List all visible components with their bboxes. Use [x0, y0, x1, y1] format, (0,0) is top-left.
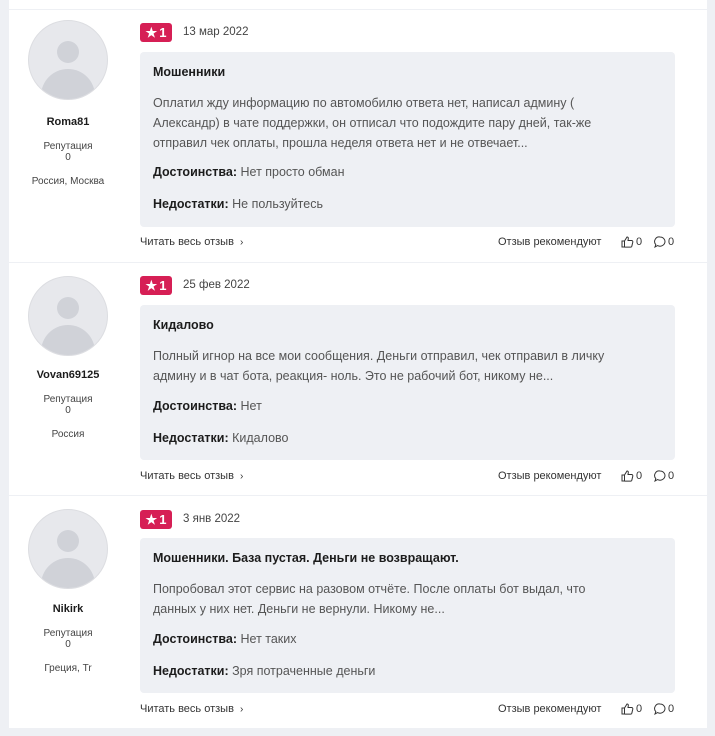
- recommend-label: Отзыв рекомендуют: [498, 703, 602, 715]
- pros-label: Достоинства:: [153, 632, 238, 646]
- chevron-right-icon: ›: [239, 237, 244, 248]
- pros-text: Нет таких: [240, 632, 297, 646]
- review-card[interactable]: Кидалово Полный игнор на все мои сообщен…: [140, 305, 675, 460]
- avatar[interactable]: [28, 20, 108, 100]
- rating-badge: ★ 1: [140, 276, 172, 295]
- reputation-label: Репутация: [43, 628, 93, 639]
- comments-count: 0: [668, 703, 675, 715]
- comment-button[interactable]: 0: [654, 236, 674, 248]
- avatar[interactable]: [28, 509, 108, 589]
- star-icon: ★: [145, 512, 158, 527]
- cons-text: Зря потраченные деньги: [232, 664, 376, 678]
- username[interactable]: Vovan69125: [9, 369, 127, 381]
- read-more-link[interactable]: Читать весь отзыв ›: [140, 703, 243, 715]
- reputation-label: Репутация: [43, 394, 93, 405]
- like-button[interactable]: 0: [621, 470, 642, 482]
- star-icon: ★: [145, 25, 158, 40]
- comment-button[interactable]: 0: [654, 470, 674, 482]
- chevron-right-icon: ›: [239, 704, 244, 715]
- review-footer: Читать весь отзыв › Отзыв рекомендуют 0 0: [140, 703, 676, 719]
- review-card[interactable]: Мошенники. База пустая. Деньги не возвра…: [140, 538, 675, 693]
- review-date: 25 фев 2022: [183, 279, 250, 291]
- read-more-link[interactable]: Читать весь отзыв ›: [140, 236, 243, 248]
- comment-icon: [654, 236, 666, 248]
- review-pros: Достоинства: Нет таких: [153, 632, 297, 646]
- pros-text: Нет: [240, 399, 262, 413]
- review-date: 3 янв 2022: [183, 513, 241, 525]
- review-date: 13 мар 2022: [183, 26, 249, 38]
- like-button[interactable]: 0: [621, 236, 642, 248]
- recommend-label: Отзыв рекомендуют: [498, 236, 602, 248]
- user-location: Россия, Москва: [31, 176, 105, 187]
- reputation-value: 0: [65, 639, 71, 650]
- rating-value: 1: [159, 25, 167, 40]
- likes-count: 0: [636, 236, 643, 248]
- user-location: Греция, Tr: [44, 663, 92, 674]
- review-footer: Читать весь отзыв › Отзыв рекомендуют 0 0: [140, 236, 676, 252]
- review-text-line: отправил чек оплаты, прошла неделя ответ…: [153, 136, 528, 150]
- reputation-label: Репутация: [43, 141, 93, 152]
- cons-label: Недостатки:: [153, 431, 229, 445]
- avatar[interactable]: [28, 276, 108, 356]
- recommend-label: Отзыв рекомендуют: [498, 470, 602, 482]
- review-cons: Недостатки: Зря потраченные деньги: [153, 664, 375, 678]
- thumbs-up-icon: [621, 703, 634, 715]
- pros-label: Достоинства:: [153, 399, 238, 413]
- review-cons: Недостатки: Не пользуйтесь: [153, 197, 323, 211]
- review-text-line: Александр) в чате поддержки, он отписал …: [153, 116, 592, 130]
- rating-value: 1: [159, 512, 167, 527]
- review-item: Vovan69125 Репутация 0 Россия ★ 1 25 фев…: [9, 263, 707, 495]
- user-location: Россия: [51, 429, 85, 440]
- pros-text: Нет просто обман: [240, 165, 345, 179]
- read-more-link[interactable]: Читать весь отзыв ›: [140, 470, 243, 482]
- comment-icon: [654, 703, 666, 715]
- username[interactable]: Nikirk: [9, 603, 127, 615]
- rating-badge: ★ 1: [140, 23, 172, 42]
- likes-count: 0: [636, 470, 643, 482]
- review-pros: Достоинства: Нет просто обман: [153, 165, 344, 179]
- username[interactable]: Roma81: [9, 116, 127, 128]
- like-button[interactable]: 0: [621, 703, 642, 715]
- review-text-line: Попробовал этот сервис на разовом отчёте…: [153, 582, 586, 596]
- cons-label: Недостатки:: [153, 197, 229, 211]
- comments-count: 0: [668, 470, 675, 482]
- review-title[interactable]: Мошенники: [153, 65, 225, 79]
- reputation-value: 0: [65, 152, 71, 163]
- comments-count: 0: [668, 236, 675, 248]
- review-item: Nikirk Репутация 0 Греция, Tr ★ 1 3 янв …: [9, 496, 707, 728]
- review-text-line: админу и в чат бота, реакция- ноль. Это …: [153, 369, 554, 383]
- comment-button[interactable]: 0: [654, 703, 674, 715]
- review-title[interactable]: Мошенники. База пустая. Деньги не возвра…: [153, 551, 459, 565]
- star-icon: ★: [145, 278, 158, 293]
- review-text-line: данных у них нет. Деньги не вернули. Ник…: [153, 602, 445, 616]
- rating-badge: ★ 1: [140, 510, 172, 529]
- review-cons: Недостатки: Кидалово: [153, 431, 288, 445]
- review-text-line: Полный игнор на все мои сообщения. Деньг…: [153, 349, 605, 363]
- rating-value: 1: [159, 278, 167, 293]
- thumbs-up-icon: [621, 236, 634, 248]
- cons-text: Кидалово: [232, 431, 289, 445]
- review-card[interactable]: Мошенники Оплатил жду информацию по авто…: [140, 52, 675, 227]
- previous-review-bottom: [9, 0, 707, 9]
- comment-icon: [654, 470, 666, 482]
- review-text-line: Оплатил жду информацию по автомобилю отв…: [153, 96, 575, 110]
- cons-text: Не пользуйтесь: [232, 197, 323, 211]
- cons-label: Недостатки:: [153, 664, 229, 678]
- chevron-right-icon: ›: [239, 471, 244, 482]
- reputation-value: 0: [65, 405, 71, 416]
- review-item: Roma81 Репутация 0 Россия, Москва ★ 1 13…: [9, 10, 707, 262]
- review-pros: Достоинства: Нет: [153, 399, 262, 413]
- review-footer: Читать весь отзыв › Отзыв рекомендуют 0 0: [140, 470, 676, 486]
- likes-count: 0: [636, 703, 643, 715]
- review-title[interactable]: Кидалово: [153, 318, 214, 332]
- pros-label: Достоинства:: [153, 165, 238, 179]
- thumbs-up-icon: [621, 470, 634, 482]
